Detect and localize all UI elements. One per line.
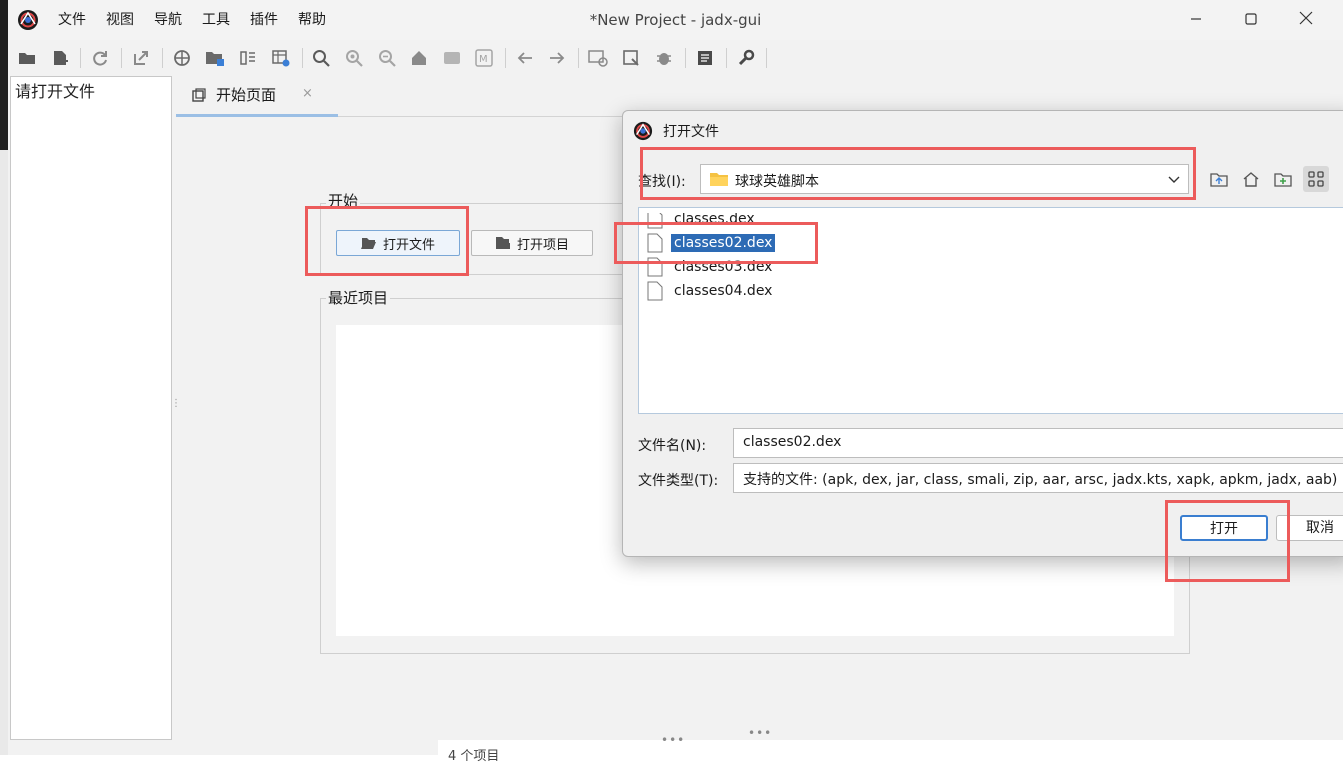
list-view-button[interactable]: [1303, 166, 1329, 192]
menu-bar: 文件 视图 导航 工具 插件 帮助: [48, 0, 336, 40]
forward-icon[interactable]: [546, 47, 568, 69]
bottom-splitter-handle-2[interactable]: •••: [748, 726, 772, 740]
file-list[interactable]: classes.dex classes02.dex classes03.dex …: [638, 207, 1343, 414]
home-folder-button[interactable]: [1238, 166, 1264, 192]
look-in-value: 球球英雄脚本: [735, 174, 819, 190]
preferences-icon[interactable]: [735, 47, 757, 69]
close-icon: [1299, 11, 1313, 25]
menu-help[interactable]: 帮助: [288, 0, 336, 40]
file-icon: [647, 233, 663, 253]
jadx-logo-icon: [633, 121, 653, 141]
notes-icon[interactable]: [694, 47, 716, 69]
tab-start-page[interactable]: 开始页面 ×: [176, 76, 338, 117]
recent-group-title: 最近项目: [326, 287, 391, 308]
split-view-icon[interactable]: [237, 47, 259, 69]
home-icon: [1243, 172, 1259, 187]
tab-page-icon: [192, 88, 206, 102]
jadx-logo-icon: [18, 10, 38, 30]
menu-file[interactable]: 文件: [48, 0, 96, 40]
find-class-icon[interactable]: [343, 47, 365, 69]
file-type-dropdown[interactable]: 支持的文件: (apk, dex, jar, class, smali, zip…: [733, 463, 1343, 493]
open-file-dialog: 打开文件 查找(I): 球球英雄脚本 classes.dex classes02…: [622, 110, 1343, 557]
export-icon[interactable]: [130, 47, 152, 69]
tab-close-icon[interactable]: ×: [302, 86, 313, 101]
tab-label: 开始页面: [216, 86, 277, 104]
file-icon: [647, 281, 663, 301]
decompile-all-icon[interactable]: [587, 47, 609, 69]
find-usage-icon[interactable]: [376, 47, 398, 69]
file-item[interactable]: classes04.dex: [647, 280, 775, 302]
open-button[interactable]: 打开: [1180, 515, 1268, 541]
menu-navigation[interactable]: 导航: [144, 0, 192, 40]
deobf-icon[interactable]: [270, 47, 292, 69]
home-icon[interactable]: [408, 47, 430, 69]
open-file-button[interactable]: 打开文件: [336, 230, 460, 256]
bottom-splitter-handle[interactable]: •••: [661, 733, 685, 747]
splitter-handle[interactable]: ⋮: [171, 398, 181, 409]
back-icon[interactable]: [514, 47, 536, 69]
menu-view[interactable]: 视图: [96, 0, 144, 40]
up-folder-button[interactable]: [1206, 166, 1232, 192]
look-in-label: 查找(I):: [638, 174, 686, 190]
minimize-button[interactable]: [1169, 0, 1223, 40]
project-icon: [495, 237, 510, 249]
folder-open-icon: [360, 238, 376, 249]
desktop-edge: [0, 0, 8, 755]
menu-plugins[interactable]: 插件: [240, 0, 288, 40]
sync-icon[interactable]: [171, 47, 193, 69]
svg-text:M: M: [479, 54, 488, 65]
search-icon[interactable]: [310, 47, 332, 69]
up-folder-icon: [1210, 173, 1228, 187]
flatten-packages-icon[interactable]: [204, 47, 226, 69]
open-file-icon[interactable]: [16, 47, 38, 69]
file-icon: [647, 213, 663, 229]
status-area: [438, 740, 1343, 755]
toolbar: M: [8, 40, 1343, 76]
method-icon[interactable]: M: [473, 47, 495, 69]
open-file-button-label: 打开文件: [382, 237, 435, 253]
open-project-button[interactable]: 打开项目: [471, 230, 593, 256]
title-bar: 文件 视图 导航 工具 插件 帮助 *New Project - jadx-gu…: [8, 0, 1343, 40]
reload-icon[interactable]: [89, 47, 111, 69]
file-tree-panel[interactable]: 请打开文件: [10, 76, 172, 740]
dialog-title: 打开文件: [663, 124, 719, 140]
file-item-selected[interactable]: classes02.dex: [647, 232, 776, 254]
close-button[interactable]: [1279, 0, 1333, 40]
maximize-button[interactable]: [1224, 0, 1278, 40]
maximize-icon: [1245, 13, 1257, 25]
grid-view-icon: [1308, 171, 1324, 187]
cancel-button[interactable]: 取消: [1276, 515, 1343, 541]
menu-tools[interactable]: 工具: [192, 0, 240, 40]
chevron-down-icon: [1168, 176, 1180, 183]
look-in-dropdown[interactable]: 球球英雄脚本: [700, 164, 1189, 194]
debug-icon[interactable]: [653, 47, 675, 69]
new-folder-button[interactable]: [1270, 166, 1296, 192]
tree-placeholder-text: 请打开文件: [15, 82, 96, 101]
file-item[interactable]: classes03.dex: [647, 256, 775, 278]
file-item[interactable]: classes.dex: [647, 213, 758, 230]
file-name-label: 文件名(N):: [638, 438, 707, 454]
new-folder-icon: [1274, 173, 1292, 187]
file-icon: [647, 257, 663, 277]
open-project-button-label: 打开项目: [516, 237, 569, 253]
start-group-title: 开始: [326, 190, 361, 211]
file-name-input[interactable]: classes02.dex: [733, 428, 1343, 458]
log-icon[interactable]: [441, 47, 463, 69]
quick-search-icon[interactable]: [620, 47, 642, 69]
folder-icon: [710, 173, 728, 186]
minimize-icon: [1191, 18, 1201, 20]
file-type-label: 文件类型(T):: [638, 473, 719, 489]
add-files-icon[interactable]: [49, 47, 71, 69]
